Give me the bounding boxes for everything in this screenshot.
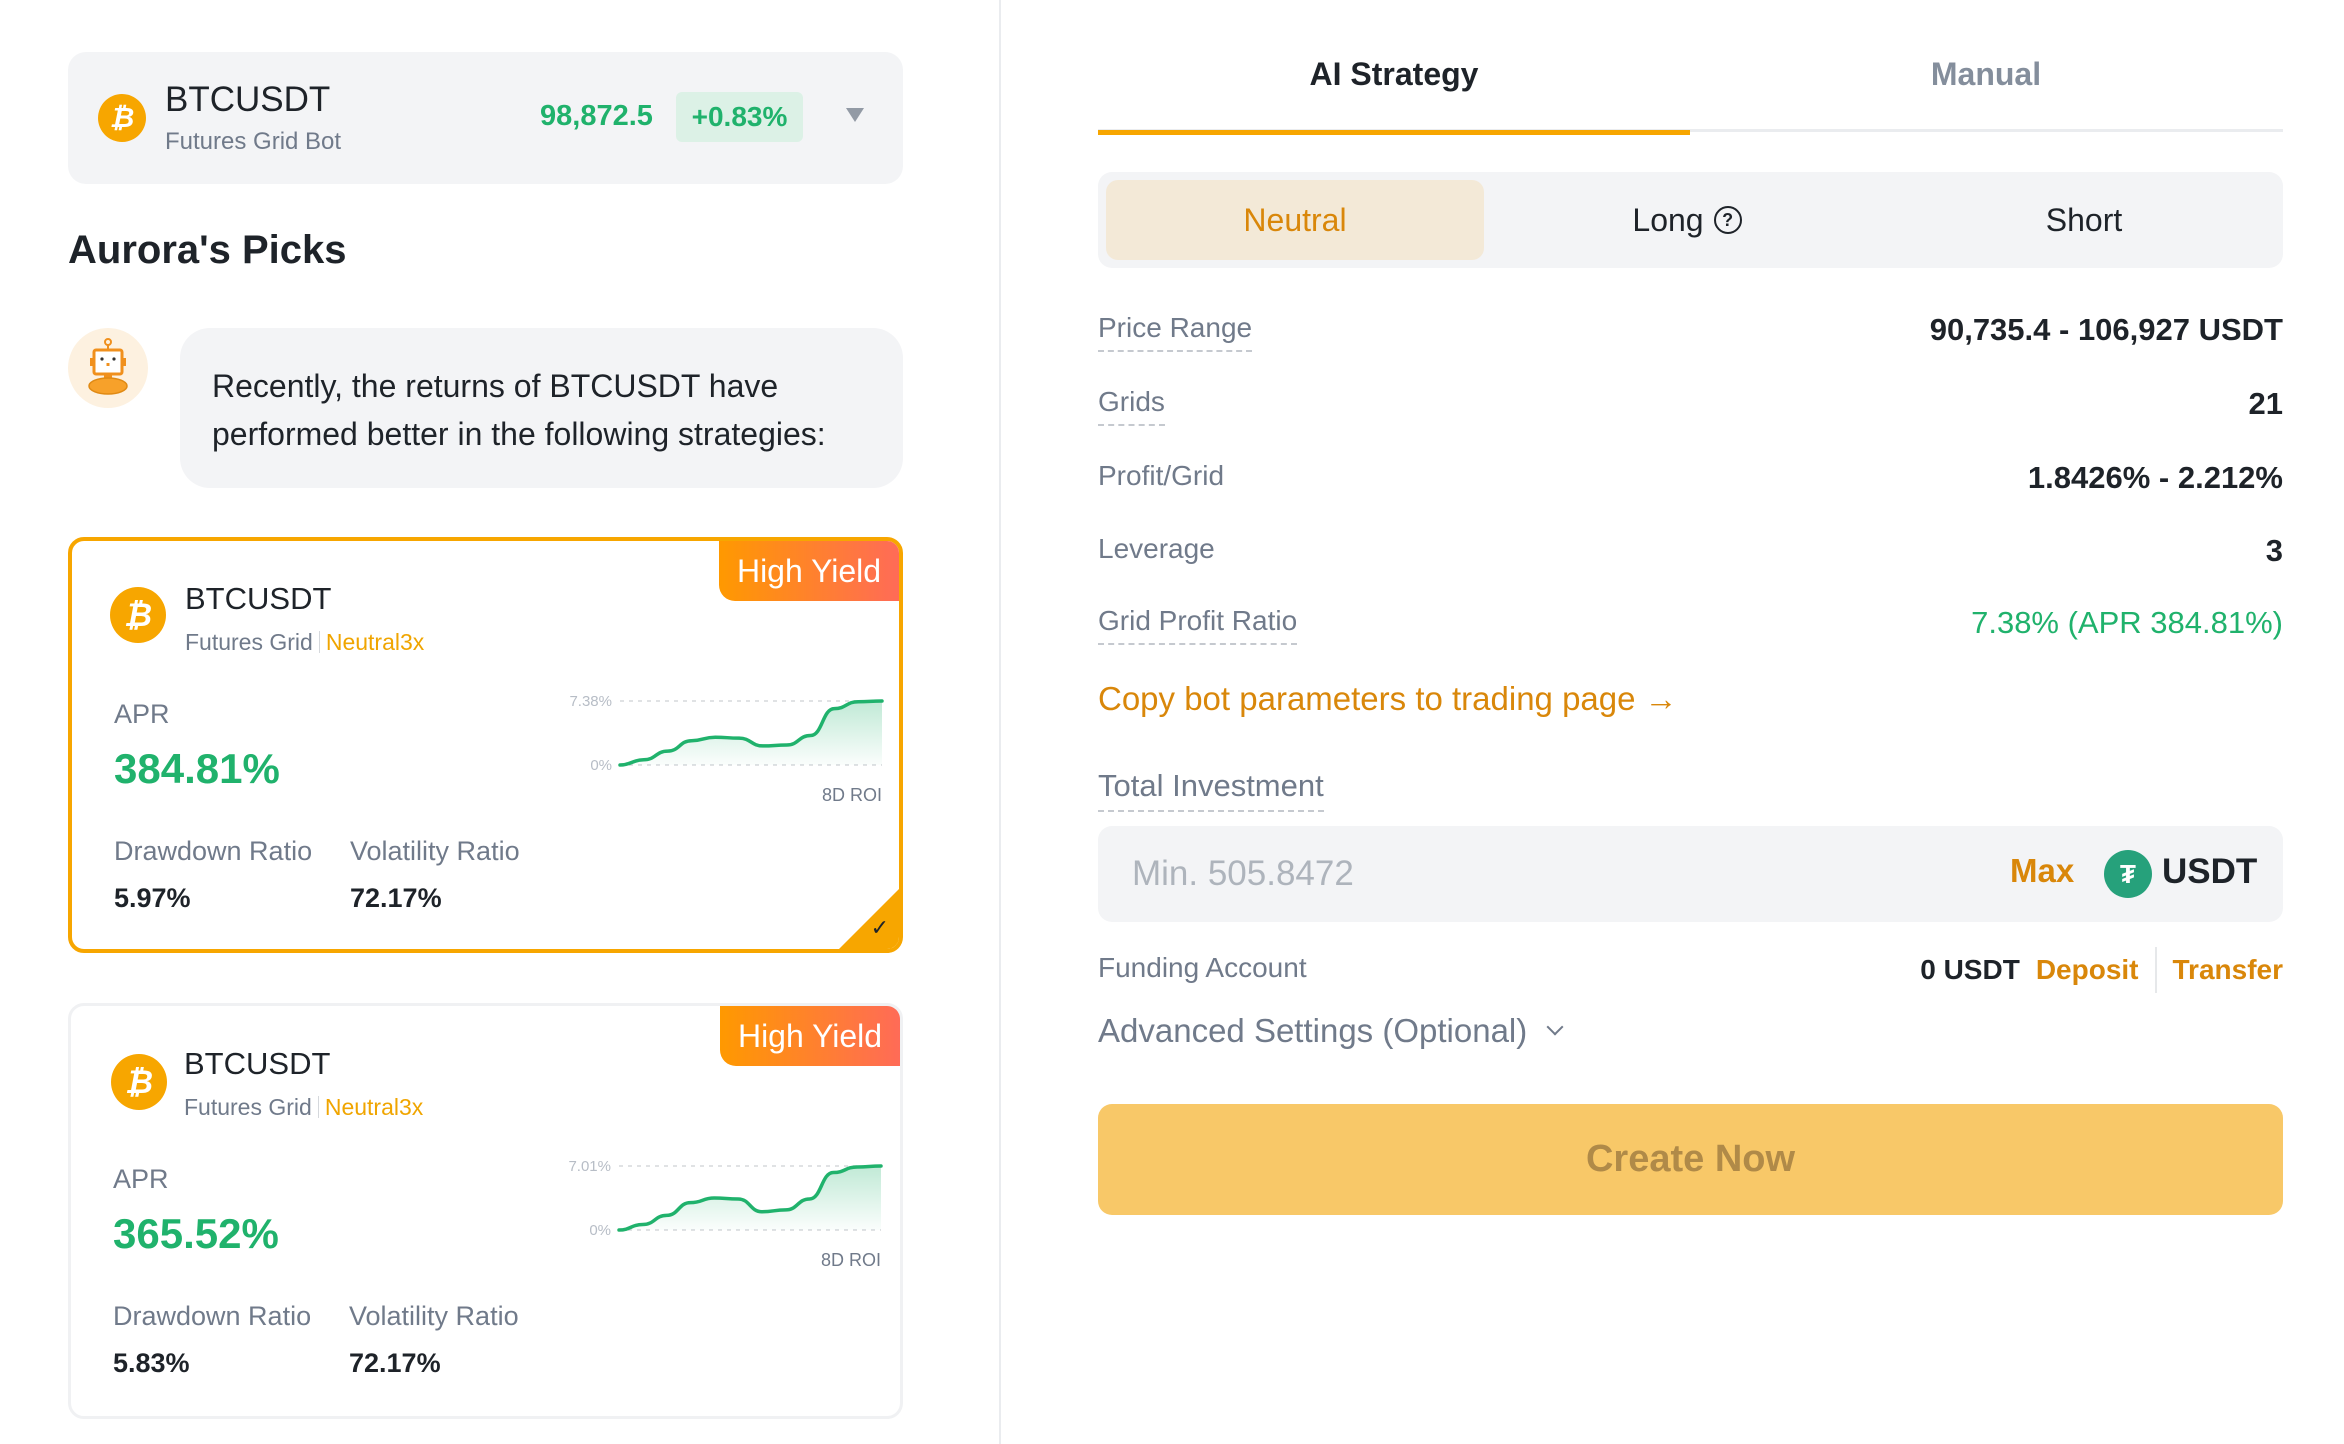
param-row-leverage: Leverage 3 xyxy=(1098,533,2283,583)
param-value: 21 xyxy=(2248,386,2283,421)
volatility-label: Volatility Ratio xyxy=(349,1301,519,1331)
param-label: Profit/Grid xyxy=(1098,460,1225,491)
investment-input[interactable] xyxy=(1132,826,1832,922)
direction-selector: Neutral Long? Short xyxy=(1098,172,2283,268)
roi-sparkline: 7.01% 0% 8D ROI xyxy=(568,1158,883,1266)
strategy-type: Futures Grid Neutral3x xyxy=(185,629,424,656)
help-icon[interactable]: ? xyxy=(1713,206,1742,234)
roi-area xyxy=(620,701,882,765)
y-tick-top: 7.01% xyxy=(568,1158,611,1175)
apr-label: APR xyxy=(114,699,170,729)
create-now-button[interactable]: Create Now xyxy=(1098,1104,2283,1215)
robot-avatar-icon xyxy=(68,328,148,408)
bitcoin-icon: ₿ xyxy=(98,94,146,142)
direction-long-label: Long xyxy=(1632,201,1704,238)
apr-value: 365.52% xyxy=(113,1210,279,1257)
funding-balance: 0 USDT xyxy=(1920,954,2020,985)
pair-change-badge: +0.83% xyxy=(676,92,803,142)
param-row-grid-profit-ratio: Grid Profit Ratio 7.38% (APR 384.81%) xyxy=(1098,605,2283,655)
apr-value: 384.81% xyxy=(114,745,280,792)
direction-neutral[interactable]: Neutral xyxy=(1106,180,1484,260)
advanced-settings-label: Advanced Settings (Optional) xyxy=(1098,1012,1528,1049)
y-tick-bottom: 0% xyxy=(589,1222,611,1239)
panel-divider xyxy=(999,0,1001,1444)
separator xyxy=(318,631,320,653)
caret-down-icon[interactable] xyxy=(846,108,864,122)
strategy-card[interactable]: High Yield ₿ BTCUSDT Futures Grid Neutral… xyxy=(68,537,903,953)
drawdown-value: 5.83% xyxy=(113,1348,190,1378)
drawdown-value: 5.97% xyxy=(114,883,191,913)
high-yield-badge: High Yield xyxy=(719,541,899,601)
tab-ai-strategy[interactable]: AI Strategy xyxy=(1098,30,1690,135)
separator xyxy=(317,1096,319,1118)
max-button[interactable]: Max xyxy=(2010,852,2074,890)
param-label: Leverage xyxy=(1098,533,1215,564)
selected-corner xyxy=(837,887,899,949)
param-label[interactable]: Grid Profit Ratio xyxy=(1098,605,1298,645)
chevron-down-icon xyxy=(1546,1018,1564,1036)
roi-area xyxy=(619,1166,881,1230)
pair-price: 98,872.5 xyxy=(540,100,653,132)
checkmark-icon: ✓ xyxy=(870,915,889,940)
chart-title: 8D ROI xyxy=(821,1250,881,1266)
message-line-1: Recently, the returns of BTCUSDT have xyxy=(212,368,779,404)
param-value: 1.8426% - 2.212% xyxy=(2027,460,2283,495)
drawdown-label: Drawdown Ratio xyxy=(114,836,313,866)
direction-short[interactable]: Short xyxy=(1895,180,2273,260)
param-value: 7.38% (APR 384.81%) xyxy=(1971,605,2283,640)
high-yield-badge: High Yield xyxy=(720,1006,900,1066)
copy-parameters-link[interactable]: Copy bot parameters to trading page → xyxy=(1098,680,1678,718)
investment-field: Max ₮ USDT xyxy=(1098,826,2283,922)
strategy-type-label: Futures Grid xyxy=(184,1094,312,1120)
deposit-link[interactable]: Deposit xyxy=(2036,954,2139,986)
param-label[interactable]: Grids xyxy=(1098,386,1165,426)
separator xyxy=(2154,947,2157,993)
strategy-tabs: AI Strategy Manual xyxy=(1098,30,2283,135)
advanced-settings-toggle[interactable]: Advanced Settings (Optional) xyxy=(1098,1012,1564,1050)
param-row-grids: Grids 21 xyxy=(1098,386,2283,436)
strategy-mode: Neutral3x xyxy=(324,1094,424,1120)
picks-title: Aurora's Picks xyxy=(68,228,347,272)
volatility-label: Volatility Ratio xyxy=(350,836,520,866)
strategy-type: Futures Grid Neutral3x xyxy=(184,1094,423,1121)
usdt-icon: ₮ xyxy=(2104,850,2152,898)
total-investment-label[interactable]: Total Investment xyxy=(1098,768,1324,812)
pair-symbol: BTCUSDT xyxy=(165,80,331,119)
strategy-card[interactable]: High Yield ₿ BTCUSDT Futures Grid Neutral… xyxy=(68,1003,903,1419)
param-value: 3 xyxy=(2265,533,2283,568)
param-value: 90,735.4 - 106,927 USDT xyxy=(1929,312,2283,347)
param-row-profit-grid: Profit/Grid 1.8426% - 2.212% xyxy=(1098,460,2283,510)
param-row-price-range: Price Range 90,735.4 - 106,927 USDT xyxy=(1098,312,2283,362)
chart-title: 8D ROI xyxy=(822,785,882,801)
strategy-symbol: BTCUSDT xyxy=(185,581,332,616)
funding-account-label: Funding Account xyxy=(1098,952,1307,983)
strategy-symbol: BTCUSDT xyxy=(184,1046,331,1081)
bitcoin-icon: ₿ xyxy=(111,1054,167,1110)
y-tick-bottom: 0% xyxy=(590,757,612,774)
pair-selector[interactable]: ₿ BTCUSDT Futures Grid Bot 98,872.5 +0.8… xyxy=(68,52,903,184)
currency-label: USDT xyxy=(2162,852,2258,891)
transfer-link[interactable]: Transfer xyxy=(2173,954,2284,986)
tab-manual[interactable]: Manual xyxy=(1690,30,2282,132)
assistant-message: Recently, the returns of BTCUSDT have pe… xyxy=(180,328,903,488)
funding-actions: 0 USDT Deposit Transfer xyxy=(1920,947,2284,993)
strategy-type-label: Futures Grid xyxy=(185,629,313,655)
volatility-value: 72.17% xyxy=(349,1348,441,1378)
volatility-value: 72.17% xyxy=(350,883,442,913)
bitcoin-icon: ₿ xyxy=(110,587,166,643)
direction-long[interactable]: Long? xyxy=(1498,180,1876,260)
roi-sparkline: 7.38% 0% 8D ROI xyxy=(569,693,884,801)
strategy-mode: Neutral3x xyxy=(325,629,425,655)
param-label[interactable]: Price Range xyxy=(1098,312,1253,352)
drawdown-label: Drawdown Ratio xyxy=(113,1301,312,1331)
pair-subtitle: Futures Grid Bot xyxy=(165,128,342,155)
y-tick-top: 7.38% xyxy=(569,693,612,710)
message-line-2: performed better in the following strate… xyxy=(212,416,826,452)
apr-label: APR xyxy=(113,1164,169,1194)
